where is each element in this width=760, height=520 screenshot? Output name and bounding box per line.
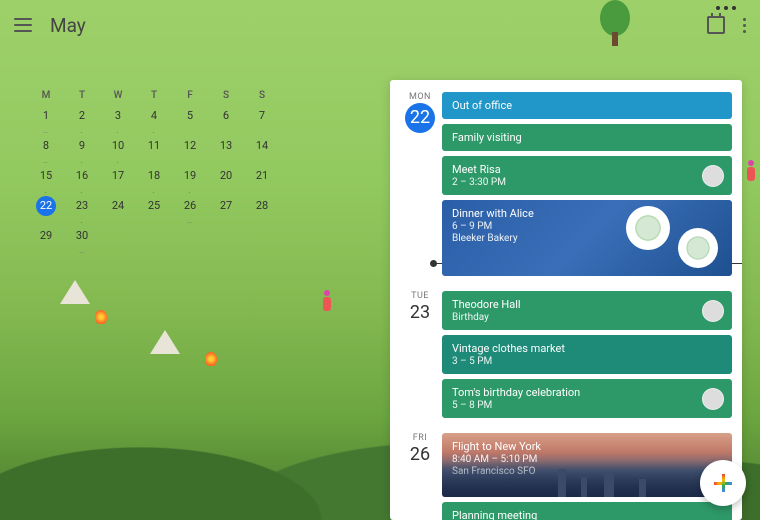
- month-day[interactable]: 10.: [100, 139, 136, 161]
- event-card[interactable]: Flight to New York8:40 AM – 5:10 PMSan F…: [442, 433, 732, 497]
- month-day[interactable]: 5: [172, 109, 208, 131]
- event-card[interactable]: Vintage clothes market3 – 5 PM: [442, 335, 732, 374]
- weekday-header: T: [64, 90, 100, 101]
- month-day[interactable]: 23.: [64, 199, 100, 221]
- month-title[interactable]: May: [50, 14, 86, 37]
- month-day[interactable]: 13: [208, 139, 244, 161]
- month-day[interactable]: 3.: [100, 109, 136, 131]
- month-day[interactable]: 11: [136, 139, 172, 161]
- month-day: [172, 229, 208, 251]
- month-day[interactable]: 20: [208, 169, 244, 191]
- background-person: [320, 290, 334, 314]
- month-day[interactable]: 16.: [64, 169, 100, 191]
- month-day: [244, 229, 280, 251]
- app-header: May: [0, 0, 760, 50]
- plus-icon: [714, 474, 732, 492]
- month-day[interactable]: 15.: [28, 169, 64, 191]
- month-day[interactable]: 7: [244, 109, 280, 131]
- agenda-panel[interactable]: MON22Out of office Family visiting Meet Ri…: [390, 80, 742, 520]
- background-fire: [95, 310, 107, 324]
- month-day[interactable]: 28: [244, 199, 280, 221]
- month-day[interactable]: 4.: [136, 109, 172, 131]
- month-day[interactable]: 25: [136, 199, 172, 221]
- background-fire: [205, 352, 217, 366]
- month-day[interactable]: 24: [100, 199, 136, 221]
- event-card[interactable]: Theodore HallBirthday: [442, 291, 732, 330]
- create-event-fab[interactable]: [700, 460, 746, 506]
- calendar-icon[interactable]: [707, 16, 725, 34]
- month-day[interactable]: 22: [28, 199, 64, 221]
- month-day: [136, 229, 172, 251]
- month-day[interactable]: 8..: [28, 139, 64, 161]
- more-icon[interactable]: [743, 18, 746, 33]
- avatar: [702, 388, 724, 410]
- month-day[interactable]: 6: [208, 109, 244, 131]
- month-day[interactable]: 9.: [64, 139, 100, 161]
- month-day[interactable]: 19.: [172, 169, 208, 191]
- event-card[interactable]: Planning meeting5:30 – 6 PM: [442, 502, 732, 520]
- menu-icon[interactable]: [14, 18, 32, 32]
- agenda-date[interactable]: FRI26: [398, 433, 442, 520]
- event-card[interactable]: Family visiting: [442, 124, 732, 151]
- month-day[interactable]: 27: [208, 199, 244, 221]
- avatar: [702, 165, 724, 187]
- month-day[interactable]: 29: [28, 229, 64, 251]
- event-card[interactable]: Dinner with Alice6 – 9 PMBleeker Bakery: [442, 200, 732, 276]
- month-day[interactable]: 18.: [136, 169, 172, 191]
- month-day[interactable]: 2.: [64, 109, 100, 131]
- month-day[interactable]: 14: [244, 139, 280, 161]
- event-card[interactable]: Tom's birthday celebration5 – 8 PM: [442, 379, 732, 418]
- weekday-header: F: [172, 90, 208, 101]
- month-day: [208, 229, 244, 251]
- agenda-date[interactable]: TUE23: [398, 291, 442, 423]
- weekday-header: T: [136, 90, 172, 101]
- month-day[interactable]: 21: [244, 169, 280, 191]
- month-grid: MTWTFSS 1..2.3.4.5678..9.10.1112131415.1…: [28, 90, 280, 251]
- background-person: [744, 160, 758, 184]
- weekday-header: W: [100, 90, 136, 101]
- agenda-date[interactable]: MON22: [398, 92, 442, 281]
- weekday-header: S: [244, 90, 280, 101]
- month-day[interactable]: 30..: [64, 229, 100, 251]
- avatar: [702, 300, 724, 322]
- month-day[interactable]: 1..: [28, 109, 64, 131]
- weekday-header: S: [208, 90, 244, 101]
- month-day[interactable]: 12: [172, 139, 208, 161]
- weekday-header: M: [28, 90, 64, 101]
- event-card[interactable]: Out of office: [442, 92, 732, 119]
- month-day[interactable]: 17: [100, 169, 136, 191]
- month-day[interactable]: 26..: [172, 199, 208, 221]
- event-card[interactable]: Meet Risa2 – 3:30 PM: [442, 156, 732, 195]
- month-day: [100, 229, 136, 251]
- background-tent: [60, 280, 90, 304]
